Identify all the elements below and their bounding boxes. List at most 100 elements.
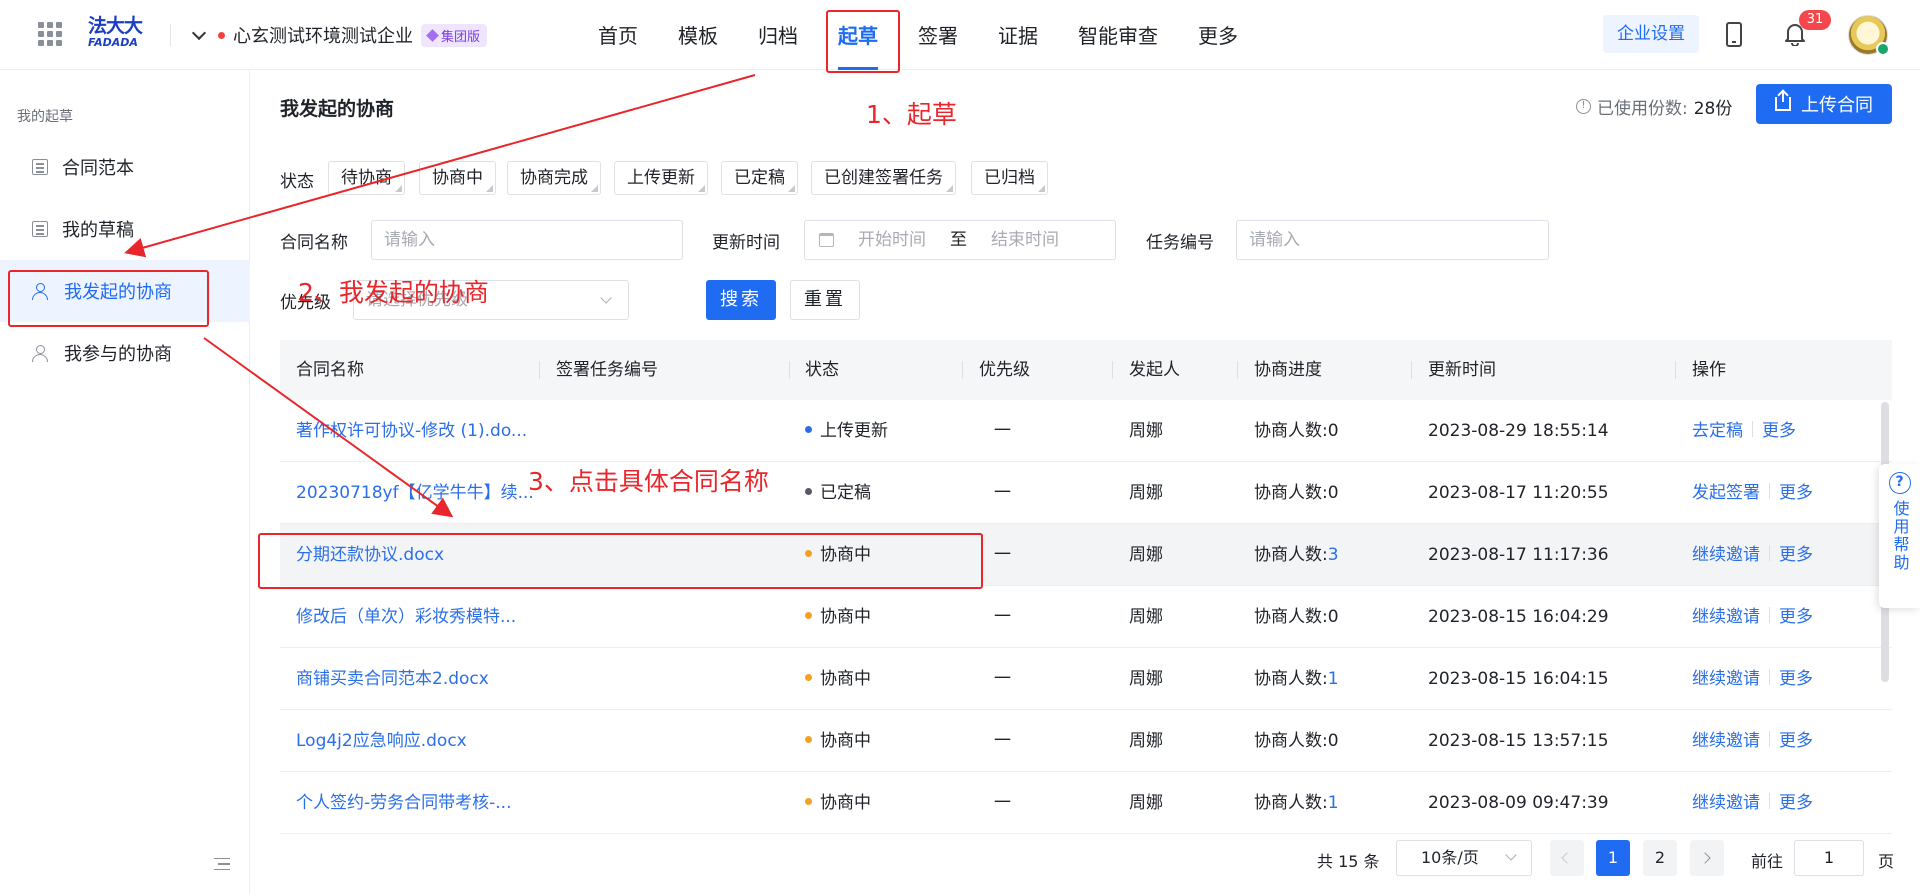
table-row[interactable]: 修改后（单次）彩妆秀模特... 协商中 一 周娜 协商人数:0 2023-08-15 16… <box>280 586 1892 648</box>
page-button-1[interactable]: 1 <box>1596 840 1630 876</box>
priority-cell: 一 <box>994 545 1011 565</box>
initiator-cell: 周娜 <box>1129 793 1163 813</box>
org-edition-badge: 集团版 <box>421 23 488 47</box>
nav-evidence[interactable]: 证据 <box>978 0 1058 70</box>
contract-name-link[interactable]: 20230718yf【亿学牛牛】续... <box>296 462 536 524</box>
column-divider <box>539 361 540 379</box>
upload-contract-button[interactable]: 上传合同 <box>1756 84 1892 124</box>
status-chip-completed[interactable]: 协商完成 <box>507 161 601 195</box>
task-number-input[interactable]: 请输入 <box>1236 220 1549 260</box>
more-actions-link[interactable]: 更多 <box>1779 545 1813 565</box>
primary-action-link[interactable]: 继续邀请 <box>1692 669 1760 689</box>
column-divider <box>1237 361 1238 379</box>
contract-name-link[interactable]: 商铺买卖合同范本2.docx <box>296 648 536 710</box>
contract-name-link[interactable]: 著作权许可协议-修改 (1).do... <box>296 400 536 462</box>
page-size-select[interactable]: 10条/页 <box>1396 840 1532 876</box>
chevron-down-icon <box>1505 849 1517 861</box>
reset-button[interactable]: 重置 <box>790 280 860 320</box>
divider <box>1769 483 1770 499</box>
actions-cell: 继续邀请 更多 <box>1692 648 1813 710</box>
update-time-range-picker[interactable]: 开始时间 至 结束时间 <box>804 220 1116 260</box>
nav-smart-review[interactable]: 智能审查 <box>1058 0 1178 70</box>
nav-more[interactable]: 更多 <box>1178 0 1258 70</box>
next-page-button[interactable] <box>1690 840 1724 876</box>
more-actions-link[interactable]: 更多 <box>1779 607 1813 627</box>
logo[interactable]: 法大大 FADADA <box>88 16 152 52</box>
main-nav: 首页 模板 归档 起草 签署 证据 智能审查 更多 <box>578 0 1258 70</box>
collapse-sidebar-icon[interactable] <box>214 858 230 870</box>
primary-action-link[interactable]: 去定稿 <box>1692 421 1743 441</box>
table-row[interactable]: Log4j2应急响应.docx 协商中 一 周娜 协商人数:0 2023-08-15 13… <box>280 710 1892 772</box>
status-text: 协商中 <box>820 669 871 689</box>
nav-archive[interactable]: 归档 <box>738 0 818 70</box>
actions-cell: 继续邀请 更多 <box>1692 586 1813 648</box>
status-chip-pending[interactable]: 待协商 <box>328 161 405 195</box>
nav-sign[interactable]: 签署 <box>898 0 978 70</box>
primary-action-link[interactable]: 继续邀请 <box>1692 793 1760 813</box>
more-actions-link[interactable]: 更多 <box>1779 483 1813 503</box>
table-row[interactable]: 商铺买卖合同范本2.docx 协商中 一 周娜 协商人数:1 2023-08-15 16:… <box>280 648 1892 710</box>
more-actions-link[interactable]: 更多 <box>1779 731 1813 751</box>
more-actions-link[interactable]: 更多 <box>1779 669 1813 689</box>
table-header: 合同名称 签署任务编号 状态 优先级 发起人 协商进度 更新时间 操作 <box>280 340 1892 400</box>
progress-count: 0 <box>1327 607 1339 627</box>
more-actions-link[interactable]: 更多 <box>1779 793 1813 813</box>
org-switcher[interactable]: 心玄测试环境测试企业 集团版 <box>191 22 488 48</box>
status-cell: 协商中 <box>805 772 871 834</box>
progress-label: 协商人数: <box>1254 669 1328 689</box>
calendar-icon <box>819 233 834 247</box>
status-chip-archived[interactable]: 已归档 <box>971 161 1048 195</box>
primary-action-link[interactable]: 继续邀请 <box>1692 731 1760 751</box>
goto-page-input[interactable]: 1 <box>1794 840 1864 876</box>
main-content: 我发起的协商 ! 已使用份数: 28份 上传合同 状态 待协商 协商中 协商完成… <box>251 70 1920 894</box>
status-chip-sign-task-created[interactable]: 已创建签署任务 <box>811 161 956 195</box>
column-divider <box>1411 361 1412 379</box>
nav-templates[interactable]: 模板 <box>658 0 738 70</box>
search-button[interactable]: 搜索 <box>706 280 776 320</box>
contract-name-label: 合同名称 <box>280 233 348 253</box>
sidebar-item-label: 我的草稿 <box>62 220 134 241</box>
progress-count: 1 <box>1327 793 1339 813</box>
help-widget[interactable]: ? 使用帮助 <box>1879 464 1920 608</box>
mobile-icon[interactable] <box>1726 22 1742 47</box>
contract-name-link[interactable]: Log4j2应急响应.docx <box>296 710 536 772</box>
status-chip-upload-update[interactable]: 上传更新 <box>614 161 708 195</box>
usage-label: 已使用份数: <box>1597 99 1688 119</box>
divider <box>1769 731 1770 747</box>
contract-name-link[interactable]: 修改后（单次）彩妆秀模特... <box>296 586 536 648</box>
sidebar-item-contract-samples[interactable]: 合同范本 <box>0 136 250 198</box>
status-dot <box>805 425 812 433</box>
updated-time-cell: 2023-08-29 18:55:14 <box>1428 421 1609 441</box>
primary-action-link[interactable]: 发起签署 <box>1692 483 1760 503</box>
primary-action-link[interactable]: 继续邀请 <box>1692 607 1760 627</box>
divider <box>1769 607 1770 623</box>
status-chip-negotiating[interactable]: 协商中 <box>419 161 496 195</box>
prev-page-button[interactable] <box>1550 840 1584 876</box>
table-row[interactable]: 著作权许可协议-修改 (1).do... 上传更新 一 周娜 协商人数:0 2023-08… <box>280 400 1892 462</box>
more-actions-link[interactable]: 更多 <box>1762 421 1796 441</box>
page-size-value: 10条/页 <box>1421 848 1479 867</box>
sidebar-item-joined-negotiations[interactable]: 我参与的协商 <box>0 322 250 384</box>
priority-cell: 一 <box>994 669 1011 689</box>
enterprise-settings-button[interactable]: 企业设置 <box>1603 15 1699 53</box>
table-row[interactable]: 20230718yf【亿学牛牛】续... 已定稿 一 周娜 协商人数:0 2023-08-… <box>280 462 1892 524</box>
column-divider <box>962 361 963 379</box>
table-row[interactable]: 个人签约-劳务合同带考核-... 协商中 一 周娜 协商人数:1 2023-08-09 0… <box>280 772 1892 834</box>
verified-icon <box>1876 42 1890 56</box>
nav-home[interactable]: 首页 <box>578 0 658 70</box>
sidebar-item-my-drafts[interactable]: 我的草稿 <box>0 198 250 260</box>
status-chip-finalized[interactable]: 已定稿 <box>721 161 798 195</box>
initiator-cell: 周娜 <box>1129 421 1163 441</box>
actions-cell: 继续邀请 更多 <box>1692 710 1813 772</box>
org-edition-label: 集团版 <box>441 29 481 45</box>
page-button-2[interactable]: 2 <box>1643 840 1677 876</box>
contract-name-input[interactable]: 请输入 <box>371 220 683 260</box>
status-dot <box>805 673 812 681</box>
contract-name-link[interactable]: 个人签约-劳务合同带考核-... <box>296 772 536 834</box>
progress-count: 0 <box>1327 731 1339 751</box>
annotation-step-1: 1、起草 <box>866 100 957 129</box>
app-grid-icon[interactable] <box>38 22 62 46</box>
primary-action-link[interactable]: 继续邀请 <box>1692 545 1760 565</box>
pagination: 共 15 条 10条/页 1 2 前往 1 页 <box>251 838 1920 878</box>
status-text: 协商中 <box>820 607 871 627</box>
